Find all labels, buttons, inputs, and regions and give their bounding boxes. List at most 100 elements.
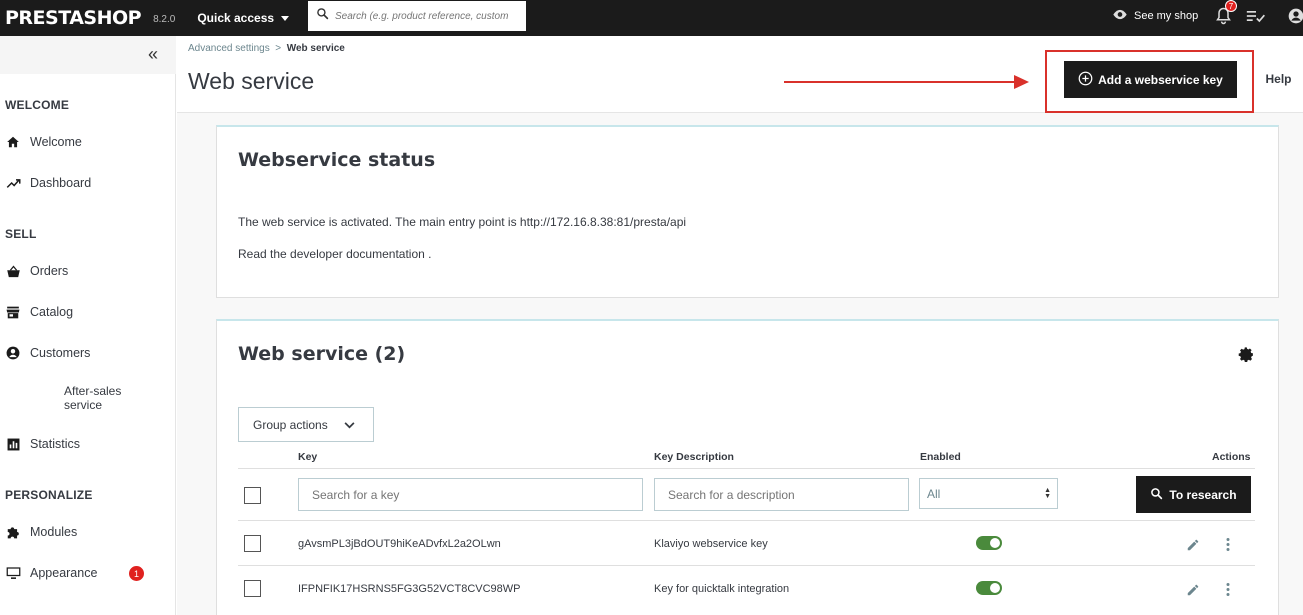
add-webservice-key-label: Add a webservice key	[1098, 72, 1223, 87]
search-icon	[1150, 487, 1163, 503]
sidebar-item-label: Orders	[30, 264, 69, 278]
select-arrows-icon: ▲ ▼	[1044, 487, 1051, 500]
row-divider	[238, 520, 1255, 521]
search-icon	[316, 7, 329, 25]
section-title-sell: SELL	[5, 227, 37, 241]
row-description: Klaviyo webservice key	[654, 538, 768, 550]
webservice-list-card: Web service (2) Group actions Key Key De…	[216, 319, 1279, 615]
developer-documentation-link[interactable]: developer documentation	[290, 247, 425, 261]
version-label: 8.2.0	[153, 13, 176, 25]
breadcrumb: Advanced settings > Web service	[188, 43, 345, 54]
sidebar-item-dashboard[interactable]: Dashboard	[5, 175, 91, 191]
column-header-enabled[interactable]: Enabled	[920, 451, 961, 463]
sidebar: « WELCOME Welcome Dashboard SELL Orders …	[0, 36, 176, 615]
top-bar: PRESTASHOP 8.2.0 Quick access See my sho…	[0, 0, 1303, 36]
sidebar-item-label: Dashboard	[30, 176, 92, 190]
search-input[interactable]	[335, 10, 515, 22]
help-button[interactable]: Help	[1254, 62, 1303, 96]
sidebar-item-welcome[interactable]: Welcome	[5, 134, 82, 150]
pencil-icon[interactable]	[1186, 583, 1200, 602]
sidebar-item-after-sales[interactable]: After-sales service	[64, 384, 154, 412]
row-divider	[238, 565, 1255, 566]
enabled-filter-select[interactable]: All ▲ ▼	[919, 478, 1058, 509]
row-checkbox[interactable]	[244, 535, 261, 552]
enabled-filter-value: All	[927, 486, 941, 501]
column-header-key[interactable]: Key	[298, 451, 317, 463]
home-icon	[5, 134, 21, 150]
group-actions-label: Group actions	[253, 417, 328, 432]
key-filter-input[interactable]	[298, 478, 643, 511]
row-checkbox[interactable]	[244, 580, 261, 597]
entry-point-link[interactable]: http://172.16.8.38:81/presta/api	[520, 215, 686, 229]
caret-down-icon	[281, 15, 290, 21]
sidebar-item-label: Customers	[30, 346, 91, 360]
page-header: Advanced settings > Web service Web serv…	[177, 36, 1303, 113]
row-key: gAvsmPL3jBdOUT9hiKeADvfxL2a2OLwn	[298, 538, 501, 550]
search-box[interactable]	[308, 1, 526, 31]
sidebar-item-orders[interactable]: Orders	[5, 263, 68, 279]
plus-circle-icon	[1078, 71, 1093, 89]
row-divider	[238, 468, 1255, 469]
section-title-personalize: PERSONALIZE	[5, 488, 93, 502]
breadcrumb-parent-link[interactable]: Advanced settings	[188, 43, 270, 54]
quick-access-label: Quick access	[197, 11, 275, 25]
sidebar-item-label: Statistics	[30, 437, 81, 451]
desktop-icon	[5, 565, 21, 581]
see-my-shop-link[interactable]: See my shop	[1112, 9, 1198, 23]
list-check-icon[interactable]	[1246, 9, 1266, 28]
research-label: To research	[1169, 487, 1237, 502]
sidebar-item-label: Welcome	[30, 135, 82, 149]
row-enabled-toggle[interactable]	[976, 536, 1002, 550]
list-card-title: Web service (2)	[238, 343, 406, 365]
breadcrumb-current: Web service	[286, 43, 345, 54]
sidebar-item-modules[interactable]: Modules	[5, 524, 77, 540]
user-account-icon[interactable]	[1288, 8, 1303, 29]
status-card-title: Webservice status	[238, 149, 436, 171]
basket-icon	[5, 263, 21, 279]
status-line-docs: Read the developer documentation .	[238, 247, 432, 261]
trending-up-icon	[5, 175, 21, 191]
docs-text: Read the	[238, 247, 287, 261]
gear-icon[interactable]	[1238, 346, 1255, 368]
sidebar-item-label: Modules	[30, 525, 78, 539]
group-actions-dropdown[interactable]: Group actions	[238, 407, 374, 442]
select-all-checkbox[interactable]	[244, 487, 261, 504]
sidebar-collapse-bar: «	[0, 36, 176, 74]
chevron-down-icon	[344, 418, 355, 432]
sidebar-item-catalog[interactable]: Catalog	[5, 304, 73, 320]
more-vertical-icon[interactable]	[1225, 582, 1231, 602]
more-vertical-icon[interactable]	[1225, 537, 1231, 557]
breadcrumb-separator: >	[275, 43, 282, 54]
quick-access-dropdown[interactable]: Quick access	[197, 11, 290, 25]
sidebar-item-statistics[interactable]: Statistics	[5, 436, 80, 452]
row-enabled-toggle[interactable]	[976, 581, 1002, 595]
prestashop-logo[interactable]: PRESTASHOP	[5, 7, 142, 29]
research-button[interactable]: To research	[1136, 476, 1251, 513]
sidebar-item-appearance[interactable]: Appearance	[5, 565, 97, 581]
see-my-shop-label: See my shop	[1134, 10, 1199, 22]
notifications-badge: 7	[1225, 0, 1237, 12]
sidebar-item-label: Catalog	[30, 305, 74, 319]
section-title-welcome: WELCOME	[5, 98, 70, 112]
column-header-actions: Actions	[1212, 451, 1251, 463]
add-webservice-key-button[interactable]: Add a webservice key	[1064, 61, 1237, 98]
annotation-arrow-line	[784, 81, 1017, 83]
entry-point-text: The web service is activated. The main e…	[238, 215, 517, 229]
row-description: Key for quicktalk integration	[654, 583, 790, 595]
sidebar-item-customers[interactable]: Customers	[5, 345, 90, 361]
page-title: Web service	[188, 68, 315, 94]
bar-chart-icon	[5, 436, 21, 452]
pencil-icon[interactable]	[1186, 538, 1200, 557]
eye-icon	[1112, 9, 1128, 23]
puzzle-icon	[5, 524, 21, 540]
sidebar-item-label: Appearance	[30, 566, 98, 580]
annotation-arrow-head	[1014, 75, 1029, 89]
row-key: IFPNFIK17HSRNS5FG3G52VCT8CVC98WP	[298, 583, 521, 595]
column-header-description[interactable]: Key Description	[654, 451, 734, 463]
description-filter-input[interactable]	[654, 478, 909, 511]
main-content: Webservice status The web service is act…	[177, 113, 1303, 615]
status-line-entry-point: The web service is activated. The main e…	[238, 215, 686, 229]
webservice-status-card: Webservice status The web service is act…	[216, 125, 1279, 298]
docs-period: .	[428, 247, 432, 261]
collapse-sidebar-icon[interactable]: «	[148, 44, 158, 65]
